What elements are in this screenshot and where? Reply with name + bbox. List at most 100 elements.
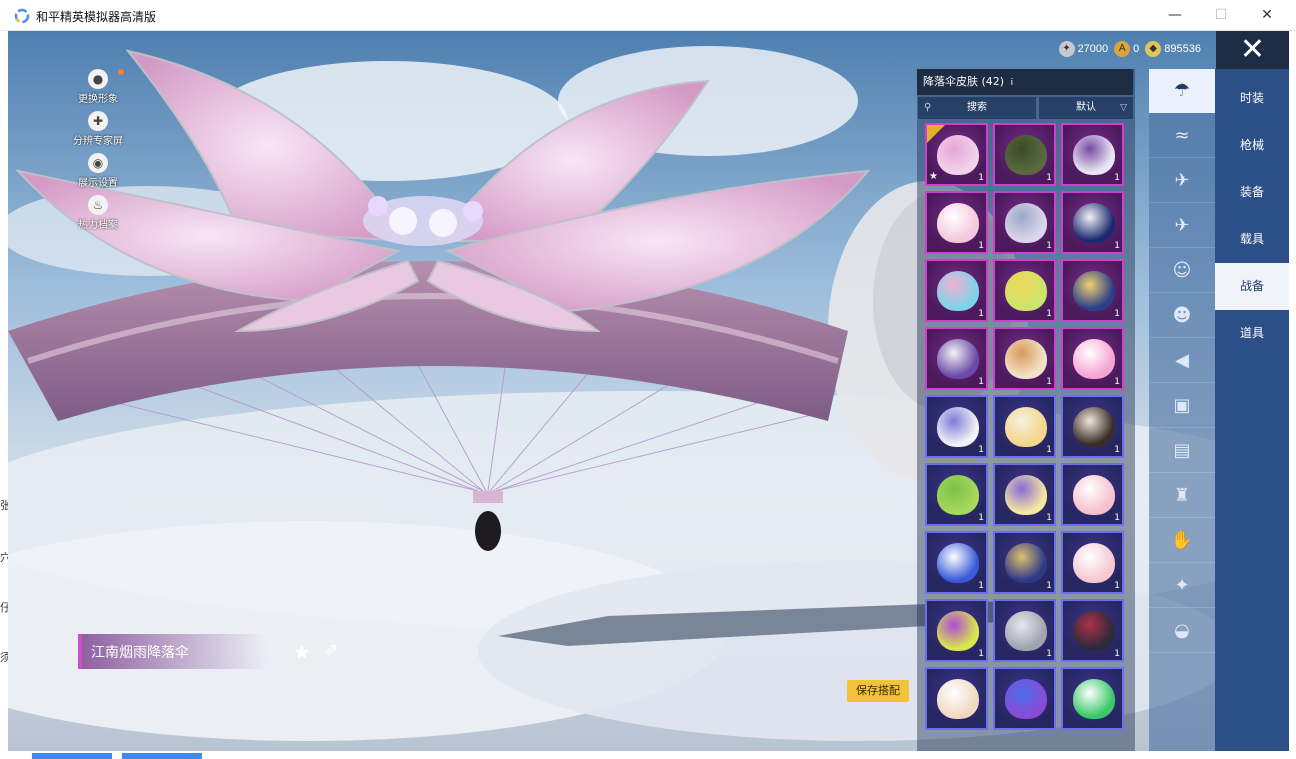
parachute-thumbnail — [1073, 679, 1115, 719]
skin-quantity: 1 — [1046, 241, 1052, 251]
window-close-button[interactable]: ✕ — [1244, 0, 1290, 31]
plane-icon[interactable]: ✈ — [1149, 204, 1215, 248]
sort-label: 默认 — [1076, 102, 1096, 113]
skin-grid: ★ 1 1 1 1 1 1 1 1 1 1 1 1 1 1 1 1 1 1 1 1 1 1 1 1 — [925, 123, 1129, 743]
skin-item[interactable]: 1 — [1061, 123, 1124, 186]
save-outfit-button[interactable]: 保存搭配 — [847, 680, 909, 702]
skin-item[interactable]: 1 — [925, 463, 988, 526]
skin-quantity: 1 — [1046, 309, 1052, 319]
background-tab[interactable] — [32, 753, 112, 759]
tab-5[interactable]: 道具 — [1215, 310, 1289, 357]
skin-item[interactable] — [1061, 667, 1124, 730]
close-icon[interactable]: ✕ — [1216, 31, 1289, 69]
parachute-skin-panel: 降落伞皮肤 (42) i ⚲ 搜索 默认 ▽ ★ 1 1 1 1 1 1 1 1 1 1 1 1 1 1 1 1… — [917, 69, 1135, 751]
uc-coin-icon: ◆ — [1145, 41, 1162, 57]
skin-item[interactable]: 1 — [1061, 259, 1124, 322]
skin-item[interactable]: 1 — [1061, 191, 1124, 254]
parachute-thumbnail — [1005, 679, 1047, 719]
parachute-thumbnail — [1005, 203, 1047, 243]
parachute-thumbnail — [937, 611, 979, 651]
fire-extinguisher-icon[interactable]: ♜ — [1149, 474, 1215, 518]
window-titlebar: 和平精英模拟器高清版 — ☐ ✕ — [0, 0, 1296, 31]
skin-quantity: 1 — [1114, 241, 1120, 251]
skin-item[interactable]: 1 — [1061, 531, 1124, 594]
skin-item[interactable]: 1 — [925, 395, 988, 458]
silver-currency: ✦ 27000 — [1058, 41, 1108, 57]
parachute-icon[interactable]: ☂ — [1149, 69, 1215, 113]
skin-quantity: 1 — [978, 309, 984, 319]
skin-item[interactable]: 1 — [925, 531, 988, 594]
item-name-banner: 江南烟雨降落伞 — [78, 634, 268, 669]
photo-icon[interactable]: ▤ — [1149, 429, 1215, 473]
skin-item[interactable]: 1 — [925, 327, 988, 390]
skin-item[interactable]: 1 — [993, 599, 1056, 662]
skin-quantity: 1 — [978, 513, 984, 523]
tab-1[interactable]: 枪械 — [1215, 122, 1289, 169]
dish-icon[interactable]: ◒ — [1149, 609, 1215, 653]
parachute-thumbnail — [937, 543, 979, 583]
hand-sparkle-icon[interactable]: ✋ — [1149, 519, 1215, 563]
skin-item[interactable]: 1 — [993, 123, 1056, 186]
skin-item[interactable]: 1 — [1061, 327, 1124, 390]
game-viewport[interactable]: ● 更换形象 ✚ 分辨专家屏 ◉ 展示设置 ♨ 热力档案 ✦ 27000 A 0… — [8, 31, 1289, 751]
skin-item[interactable]: ★ 1 — [925, 123, 988, 186]
skin-item[interactable]: 1 — [925, 599, 988, 662]
change-appearance-button[interactable]: ● 更换形象 — [68, 69, 128, 105]
speaker-icon[interactable]: ◀ — [1149, 339, 1215, 383]
tab-0[interactable]: 时装 — [1215, 75, 1289, 122]
display-settings-label: 展示设置 — [78, 178, 118, 189]
drone-icon[interactable]: ✈ — [1149, 159, 1215, 203]
info-icon[interactable]: i — [1011, 78, 1014, 88]
skin-quantity: 1 — [978, 445, 984, 455]
background-tab[interactable] — [122, 753, 202, 759]
main-tab-column: 时装 枪械 装备 载具 战备 道具 — [1215, 69, 1289, 751]
skin-item[interactable]: 1 — [993, 531, 1056, 594]
display-settings-button[interactable]: ◉ 展示设置 — [68, 153, 128, 189]
pet-icon[interactable]: ☻ — [1149, 294, 1215, 338]
skin-quantity: 1 — [1046, 377, 1052, 387]
sort-dropdown[interactable]: 默认 ▽ — [1039, 97, 1133, 119]
ag-amount: 0 — [1133, 43, 1140, 55]
wings-icon[interactable]: ≈ — [1149, 114, 1215, 158]
background-window-edge: 张 穴 仔 须 — [0, 31, 8, 759]
parachute-thumbnail — [1073, 135, 1115, 175]
skin-item[interactable]: 1 — [925, 259, 988, 322]
tab-4[interactable]: 战备 — [1215, 263, 1289, 310]
skin-item[interactable]: 1 — [925, 191, 988, 254]
puzzle-icon: ✚ — [88, 111, 108, 131]
parachute-thumbnail — [1005, 271, 1047, 311]
skin-item[interactable]: 1 — [993, 463, 1056, 526]
skin-item[interactable]: 1 — [1061, 599, 1124, 662]
resolution-expert-button[interactable]: ✚ 分辨专家屏 — [68, 111, 128, 147]
skin-quantity: 1 — [1046, 649, 1052, 659]
parachute-thumbnail — [937, 271, 979, 311]
skin-item[interactable]: 1 — [993, 395, 1056, 458]
skin-item[interactable] — [993, 667, 1056, 730]
tv-icon[interactable]: ▣ — [1149, 384, 1215, 428]
search-row: ⚲ 搜索 默认 ▽ — [917, 97, 1133, 119]
tab-3[interactable]: 载具 — [1215, 216, 1289, 263]
skin-item[interactable]: 1 — [993, 191, 1056, 254]
skin-item[interactable]: 1 — [1061, 395, 1124, 458]
search-label: 搜索 — [967, 102, 987, 113]
skin-quantity: 1 — [978, 173, 984, 183]
share-icon[interactable]: ⇗ — [324, 640, 338, 660]
skin-quantity: 1 — [1114, 377, 1120, 387]
parachute-thumbnail — [937, 475, 979, 515]
minimize-button[interactable]: — — [1152, 0, 1198, 31]
favorite-star-icon[interactable]: ★ — [293, 640, 311, 664]
emote-face-icon[interactable]: ☺ — [1149, 249, 1215, 293]
tab-2[interactable]: 装备 — [1215, 169, 1289, 216]
magic-wand-icon[interactable]: ✦ — [1149, 564, 1215, 608]
search-input[interactable]: ⚲ 搜索 — [918, 97, 1036, 119]
skin-item[interactable] — [925, 667, 988, 730]
skin-item[interactable]: 1 — [993, 327, 1056, 390]
ag-currency: A 0 — [1114, 41, 1139, 57]
parachute-thumbnail — [1073, 611, 1115, 651]
skin-item[interactable]: 1 — [993, 259, 1056, 322]
skin-item[interactable]: 1 — [1061, 463, 1124, 526]
maximize-button[interactable]: ☐ — [1198, 0, 1244, 31]
heat-archive-button[interactable]: ♨ 热力档案 — [68, 195, 128, 231]
flame-icon: ♨ — [88, 195, 108, 215]
skin-quantity: 1 — [1046, 445, 1052, 455]
